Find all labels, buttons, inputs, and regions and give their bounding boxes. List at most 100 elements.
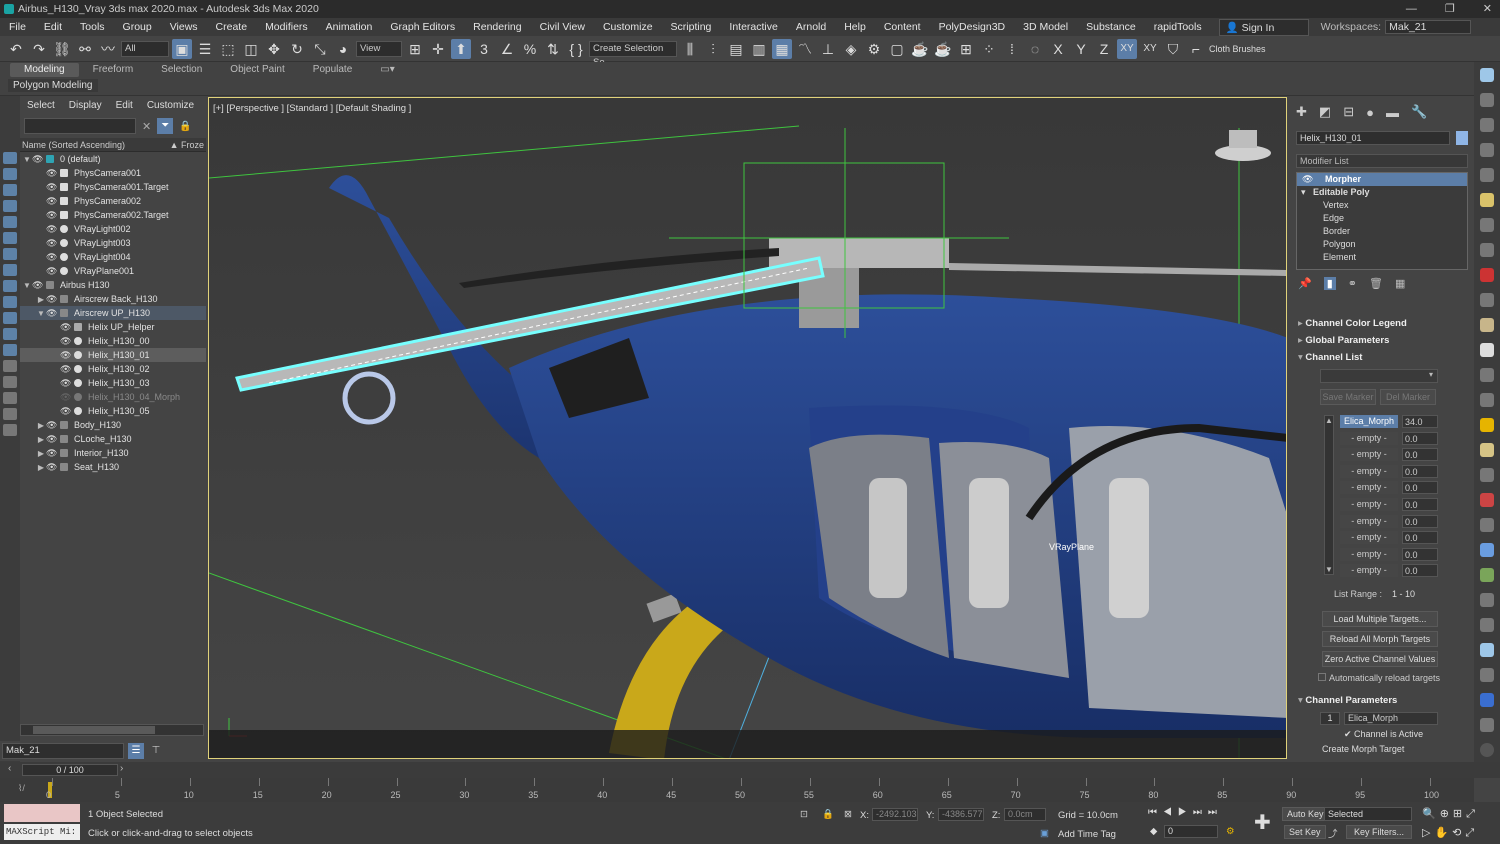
menu-content[interactable]: Content [875,21,930,33]
key-mode-icon[interactable]: ◆ [1150,826,1157,837]
eye-icon[interactable]: 👁 [60,322,71,333]
pivot-icon[interactable]: ⊞ [405,39,425,59]
sync-icon[interactable] [3,424,17,436]
help-icon[interactable] [1480,743,1494,757]
camera-icon[interactable] [3,200,17,212]
channel-slot-10[interactable]: - empty - [1340,564,1398,578]
viewport-perspective[interactable]: [+] [Perspective ] [Standard ] [Default … [208,97,1287,759]
axis-z-button[interactable]: Z [1094,39,1114,59]
particles-icon[interactable] [3,296,17,308]
channel-value-7[interactable]: 0.0 [1402,514,1438,528]
prev-frame-icon[interactable]: ‹ [8,763,11,774]
tree-row[interactable]: 👁 PhysCamera001.Target [20,180,206,194]
key-tangent-icon[interactable]: ⤴ [1328,826,1338,840]
tree-row[interactable]: 👁 Helix_H130_03 [20,376,206,390]
eye-icon[interactable]: 👁 [46,168,57,179]
menu-file[interactable]: File [0,21,35,33]
edit-named-sets-icon[interactable]: { } [566,39,586,59]
light-bulb-icon[interactable] [1480,193,1494,207]
toggle-ribbon-icon[interactable]: ▦ [772,38,792,59]
tree-row[interactable]: ▶ 👁 Interior_H130 [20,446,206,460]
percent-snap-icon[interactable]: % [520,39,540,59]
tab-object-paint[interactable]: Object Paint [216,63,298,77]
maximize-button[interactable]: ❐ [1445,0,1455,18]
array-icon[interactable]: ⁞ [1002,39,1022,59]
add-time-tag[interactable]: Add Time Tag [1058,829,1116,840]
channel-value-1[interactable]: 34.0 [1402,415,1438,428]
render-region-icon[interactable] [1480,668,1494,682]
key-set-select[interactable]: Selected [1324,807,1412,821]
save-marker-button[interactable]: Save Marker [1320,389,1376,405]
column-frozen[interactable]: ▲ Froze [170,140,204,150]
tree-row[interactable]: 👁 Helix UP_Helper [20,320,206,334]
menu-help[interactable]: Help [835,21,875,33]
sign-in-button[interactable]: 👤 Sign In [1218,18,1309,36]
plane-icon[interactable] [1480,293,1494,307]
close-button[interactable]: ✕ [1483,0,1492,18]
mesh-icon[interactable] [1480,518,1494,532]
tree-row[interactable]: 👁 VRayLight002 [20,222,206,236]
keyboard-shortcut-override-icon[interactable]: ⬆ [451,38,471,59]
stack-item-vertex[interactable]: Vertex [1297,199,1467,212]
align-icon[interactable]: ⫶ [703,39,723,59]
spinner-snap-icon[interactable]: ⇅ [543,39,563,59]
eye-icon[interactable]: 👁 [32,154,43,165]
modifier-list-select[interactable]: Modifier List [1296,154,1468,168]
menu-scripting[interactable]: Scripting [662,21,721,33]
shape-icon[interactable] [3,312,17,324]
spacing-icon[interactable]: ◌ [1025,39,1045,59]
z-coordinate-field[interactable]: 0.0cm [1004,808,1046,821]
workspace-select[interactable]: Mak_21 [1385,20,1472,34]
bind-spacewarp-icon[interactable]: 〰 [98,39,118,59]
channel-value-2[interactable]: 0.0 [1402,431,1438,445]
hair-icon[interactable] [1480,593,1494,607]
tree-row-airbus[interactable]: ▼ 👁 Airbus H130 [20,278,206,292]
channel-value-5[interactable]: 0.0 [1402,481,1438,495]
fog-icon[interactable] [1480,618,1494,632]
y-coordinate-field[interactable]: -4386.577 [938,808,984,821]
clipboard-icon[interactable] [1480,718,1494,732]
hierarchy-tab-icon[interactable]: ⊟ [1343,104,1354,120]
display-tab-icon[interactable]: ▬ [1386,105,1399,120]
axis-xy-button[interactable]: XY [1117,38,1137,59]
tree-row[interactable]: 👁 PhysCamera002.Target [20,208,206,222]
auto-reload-checkbox[interactable]: Automatically reload targets [1318,673,1440,683]
eye-icon[interactable]: 👁 [46,308,57,319]
teapot-icon[interactable] [1480,68,1494,82]
set-key-button[interactable]: Set Key [1284,825,1326,839]
glass-icon[interactable] [1480,643,1494,657]
select-icon[interactable] [3,152,17,164]
menu-customize[interactable]: Customize [594,21,662,33]
tree-row-hidden[interactable]: 👁 Helix_H130_04_Morph [20,390,206,404]
channel-name-field[interactable]: Elica_Morph [1344,712,1438,725]
menu-3d-model[interactable]: 3D Model [1014,21,1077,33]
eye-icon[interactable]: 👁 [60,392,71,403]
filter-icon[interactable] [3,408,17,420]
maxscript-mini-listener[interactable]: MAXScript Mi: [4,824,80,840]
rollout-channel-color-legend[interactable]: Channel Color Legend [1298,318,1406,329]
channel-value-6[interactable]: 0.0 [1402,498,1438,511]
tree-row[interactable]: 👁 Helix_H130_02 [20,362,206,376]
select-manipulate-icon[interactable]: ✛ [428,39,448,59]
stack-item-border[interactable]: Border [1297,225,1467,238]
frozen-icon[interactable] [3,376,17,388]
eye-toggle-icon[interactable] [3,344,17,356]
stack-item-edge[interactable]: Edge [1297,212,1467,225]
channel-value-4[interactable]: 0.0 [1402,464,1438,478]
unlink-icon[interactable]: ⚯ [75,39,95,59]
scene-explorer-icon[interactable]: ▤ [726,39,746,59]
scene-menu-edit[interactable]: Edit [109,100,140,111]
cloth-brushes-label[interactable]: Cloth Brushes [1209,44,1266,54]
reference-coord-select[interactable]: View [356,40,402,57]
channel-slot-2[interactable]: - empty - [1340,431,1398,445]
particles-icon[interactable] [1480,468,1494,482]
scene-menu-select[interactable]: Select [20,100,62,111]
channel-slot-9[interactable]: - empty - [1340,547,1398,561]
menu-civil-view[interactable]: Civil View [531,21,594,33]
light-icon[interactable] [3,184,17,196]
select-by-name-icon[interactable]: ☰ [195,39,215,59]
render-icon[interactable] [1480,118,1494,132]
move-icon[interactable]: ✥ [264,39,284,59]
tree-row[interactable]: ▶ 👁 Seat_H130 [20,460,206,474]
eye-icon[interactable]: 👁 [46,420,57,431]
